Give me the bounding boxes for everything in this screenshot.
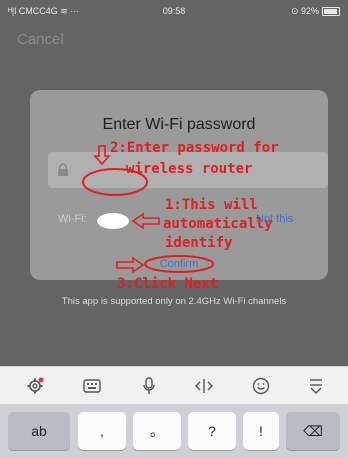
keyboard-key-row: ab , 。 ? ! ⌫ — [0, 404, 348, 458]
settings-icon[interactable] — [22, 373, 48, 399]
step1-text-line3: identify — [165, 235, 233, 251]
step1-text-line1: 1:This will — [165, 197, 258, 213]
key-question[interactable]: ? — [188, 412, 236, 450]
step3-arrow-icon — [116, 256, 145, 274]
microphone-icon[interactable] — [136, 373, 162, 399]
step1-text-line2: automatically — [163, 216, 273, 232]
wifi-name-mask — [97, 213, 129, 229]
step1-arrow-icon — [131, 212, 160, 230]
keyboard-icon[interactable] — [79, 373, 105, 399]
step2-arrow-icon — [93, 145, 111, 166]
step2-text-line1: 2:Enter password for — [110, 140, 279, 156]
keyboard-toolbar — [0, 366, 348, 405]
key-ab[interactable]: ab — [8, 412, 70, 450]
key-exclamation[interactable]: ! — [243, 412, 279, 450]
collapse-icon[interactable] — [303, 373, 329, 399]
backspace-key[interactable]: ⌫ — [286, 412, 340, 450]
emoji-icon[interactable] — [248, 373, 274, 399]
confirm-highlight-ellipse — [144, 255, 214, 273]
step3-text: 3:Click Next — [117, 276, 219, 292]
step2-text-line2: wireless router — [126, 161, 253, 177]
cursor-icon[interactable] — [191, 373, 217, 399]
key-period[interactable]: 。 — [133, 412, 181, 450]
key-comma[interactable]: , — [78, 412, 126, 450]
annotation-overlay — [82, 145, 214, 274]
